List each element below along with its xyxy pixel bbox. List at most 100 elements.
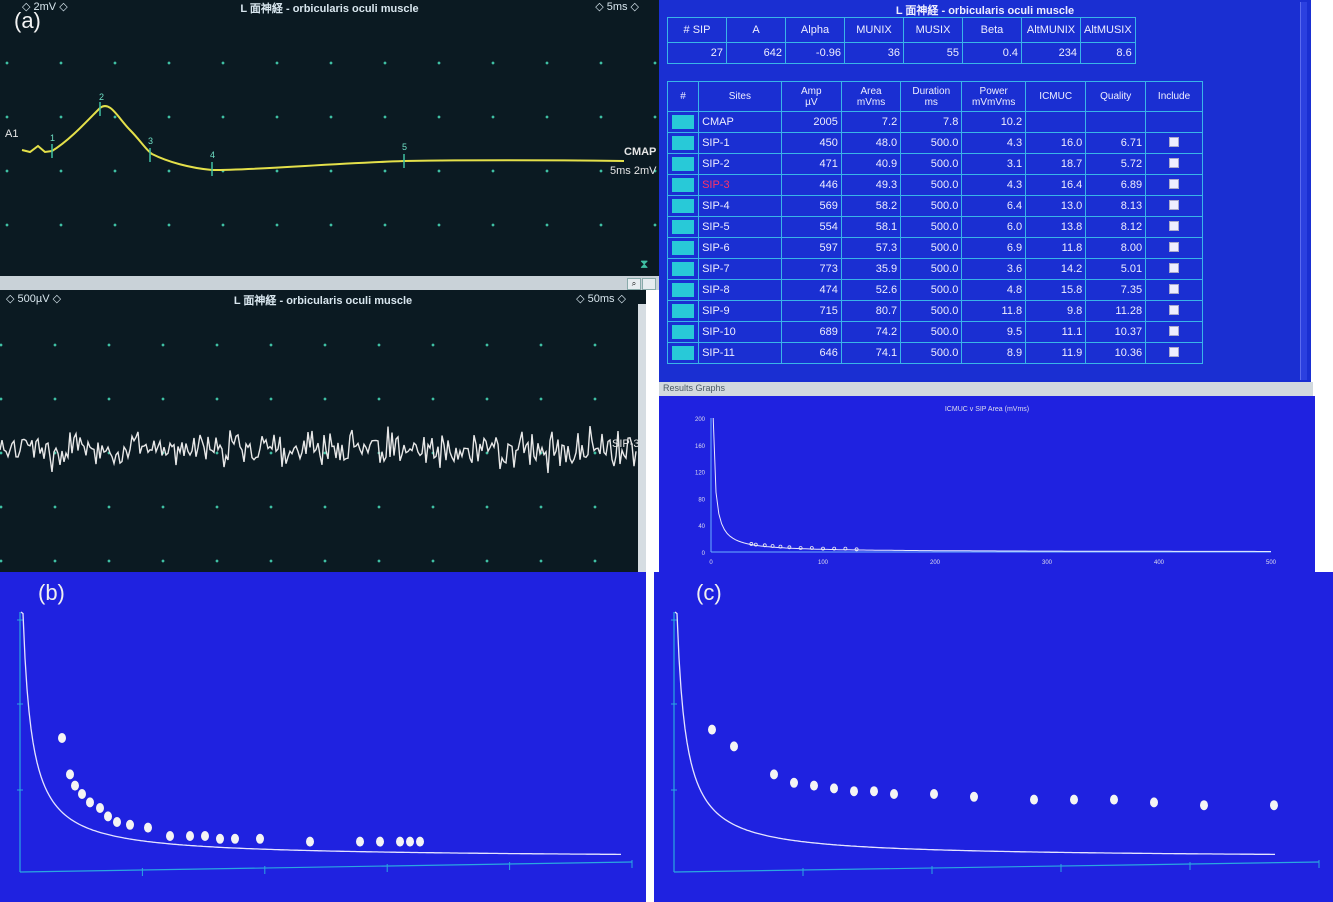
- scrollbar[interactable]: [638, 304, 646, 572]
- icmuc-cell: [1025, 111, 1087, 133]
- data-point: [113, 817, 121, 827]
- power-cell: 11.8: [961, 300, 1027, 322]
- table-row[interactable]: SIP-8 474 52.6 500.0 4.8 15.8 7.35: [666, 279, 1203, 301]
- y-tick-label: 40: [698, 524, 705, 530]
- summary-value: 642: [726, 42, 786, 64]
- include-checkbox[interactable]: [1169, 220, 1180, 231]
- row-index[interactable]: [672, 325, 695, 339]
- y-tick-label: 0: [702, 551, 706, 557]
- results-graphs-tab[interactable]: Results Graphs: [659, 382, 1313, 396]
- graph-c-svg: [671, 611, 1320, 876]
- table-row[interactable]: SIP-1 450 48.0 500.0 4.3 16.0 6.71: [666, 132, 1203, 154]
- table-row[interactable]: CMAP 2005 7.2 7.8 10.2: [666, 111, 1203, 133]
- table-row[interactable]: SIP-7 773 35.9 500.0 3.6 14.2 5.01: [666, 258, 1203, 280]
- summary-value: 234: [1021, 42, 1081, 64]
- table-row[interactable]: SIP-10 689 74.2 500.0 9.5 11.1 10.37: [666, 321, 1203, 343]
- area-cell: 74.1: [840, 342, 902, 364]
- row-index[interactable]: [672, 241, 695, 255]
- summary-header: MUSIX: [903, 17, 963, 43]
- site-cell: SIP-1: [698, 132, 782, 154]
- table-row[interactable]: SIP-5 554 58.1 500.0 6.0 13.8 8.12: [666, 216, 1203, 238]
- panel-label-b: (b): [38, 580, 65, 605]
- include-checkbox[interactable]: [1169, 283, 1180, 294]
- amp-cell: 2005: [780, 111, 842, 133]
- include-cell: [1145, 132, 1203, 154]
- table-row[interactable]: SIP-2 471 40.9 500.0 3.1 18.7 5.72: [666, 153, 1203, 175]
- data-point: [830, 783, 838, 794]
- dur-cell: 500.0: [900, 342, 963, 364]
- sites-header-row: # Sites Amp µV Area mVms Duration ms Power mVmVms…: [666, 81, 1203, 112]
- row-index-cell: [666, 132, 700, 154]
- area-cell: 49.3: [840, 174, 902, 196]
- site-cell: SIP-6: [698, 237, 782, 259]
- row-index[interactable]: [672, 346, 695, 360]
- row-index[interactable]: [672, 283, 695, 297]
- dur-cell: 500.0: [900, 279, 963, 301]
- include-checkbox[interactable]: [1169, 157, 1180, 168]
- include-checkbox[interactable]: [1169, 241, 1180, 252]
- include-cell: [1145, 216, 1203, 238]
- results-graph-small: ICMUC v SIP Area (mVms) 200 160 120 80 40 0 0 1…: [659, 396, 1315, 572]
- data-point: [231, 833, 239, 844]
- data-point: [708, 724, 716, 735]
- quality-cell: [1085, 111, 1147, 133]
- site-cell: SIP-3: [698, 174, 782, 196]
- site-cell: SIP-10: [698, 321, 782, 343]
- table-scrollbar[interactable]: [1300, 2, 1307, 380]
- marker-4: 4: [210, 150, 215, 160]
- data-point: [396, 836, 404, 847]
- area-cell: 74.2: [840, 321, 902, 343]
- include-cell: [1145, 195, 1203, 217]
- row-index[interactable]: [672, 178, 695, 192]
- summary-header: AltMUSIX: [1080, 17, 1136, 43]
- data-point: [71, 780, 79, 791]
- dur-cell: 500.0: [900, 216, 963, 238]
- row-index-cell: [666, 300, 700, 322]
- include-checkbox[interactable]: [1169, 325, 1180, 336]
- sites-header: Amp µV: [780, 81, 842, 112]
- row-index[interactable]: [672, 220, 695, 234]
- icmuc-cell: 13.0: [1025, 195, 1087, 217]
- data-point: [216, 833, 224, 844]
- amp-cell: 474: [780, 279, 842, 301]
- power-cell: 8.9: [961, 342, 1027, 364]
- icmuc-cell: 9.8: [1025, 300, 1087, 322]
- row-index-cell: [666, 321, 700, 343]
- summary-value-row: 27 642 -0.96 36 55 0.4 234 8.6: [667, 42, 1136, 64]
- y-tick-label: 80: [698, 497, 705, 503]
- include-checkbox[interactable]: [1169, 262, 1180, 273]
- row-index[interactable]: [672, 199, 695, 213]
- row-index[interactable]: [672, 262, 695, 276]
- table-row[interactable]: SIP-4 569 58.2 500.0 6.4 13.0 8.13: [666, 195, 1203, 217]
- marker-3: 3: [148, 136, 153, 146]
- include-cell: [1145, 111, 1203, 133]
- include-checkbox[interactable]: [1169, 136, 1180, 147]
- data-point: [256, 833, 264, 844]
- row-index[interactable]: [672, 304, 695, 318]
- sites-header: Duration ms: [900, 81, 963, 112]
- table-row[interactable]: SIP-3 446 49.3 500.0 4.3 16.4 6.89: [666, 174, 1203, 196]
- include-checkbox[interactable]: [1169, 304, 1180, 315]
- data-point: [790, 777, 798, 788]
- quality-cell: 7.35: [1085, 279, 1147, 301]
- include-checkbox[interactable]: [1169, 199, 1180, 210]
- site-cell: SIP-9: [698, 300, 782, 322]
- sip-waveform: [0, 415, 640, 488]
- table-row[interactable]: SIP-11 646 74.1 500.0 8.9 11.9 10.36: [666, 342, 1203, 364]
- table-row[interactable]: SIP-9 715 80.7 500.0 11.8 9.8 11.28: [666, 300, 1203, 322]
- zoom-icon[interactable]: ⌕: [627, 278, 641, 290]
- row-index[interactable]: [672, 136, 695, 150]
- summary-value: 55: [903, 42, 963, 64]
- area-cell: 40.9: [840, 153, 902, 175]
- row-index[interactable]: [672, 115, 695, 129]
- include-checkbox[interactable]: [1169, 346, 1180, 357]
- include-checkbox[interactable]: [1169, 178, 1180, 189]
- amp-cell: 450: [780, 132, 842, 154]
- marker-2: 2: [99, 92, 104, 102]
- area-cell: 35.9: [840, 258, 902, 280]
- site-cell: CMAP: [698, 111, 782, 133]
- row-index[interactable]: [672, 157, 695, 171]
- window-icon[interactable]: [642, 278, 656, 290]
- table-row[interactable]: SIP-6 597 57.3 500.0 6.9 11.8 8.00: [666, 237, 1203, 259]
- summary-value: 0.4: [962, 42, 1022, 64]
